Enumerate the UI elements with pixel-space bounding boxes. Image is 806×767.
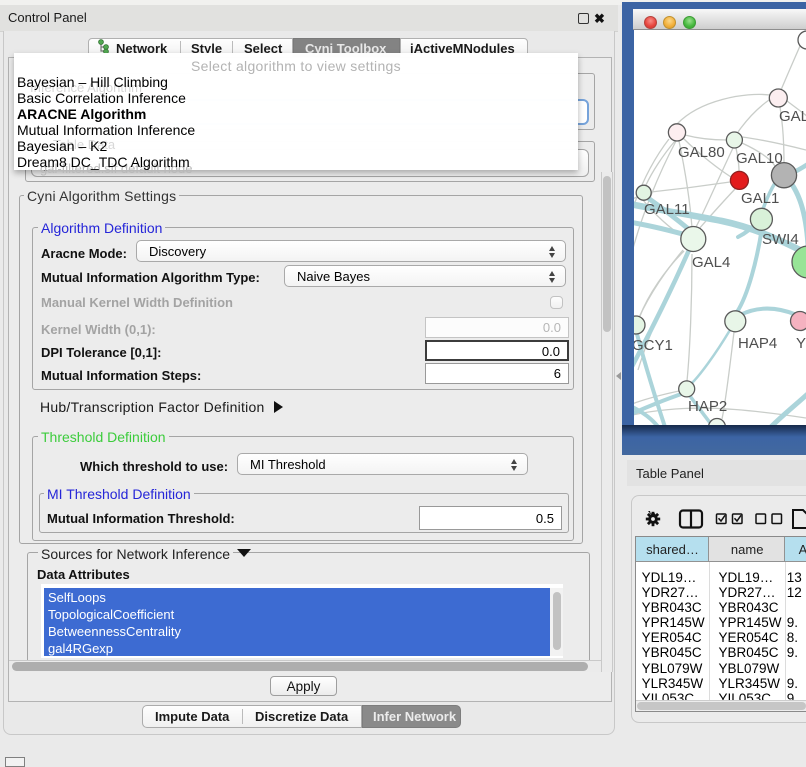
svg-text:GCY1: GCY1: [634, 337, 673, 354]
svg-text:GAL11: GAL11: [644, 201, 690, 218]
svg-text:GAL7: GAL7: [779, 108, 806, 125]
svg-text:HAP2: HAP2: [688, 398, 727, 415]
svg-text:Y: Y: [796, 335, 806, 352]
svg-text:GAL80: GAL80: [678, 144, 725, 161]
svg-text:HAP4: HAP4: [738, 335, 777, 352]
svg-text:GAL10: GAL10: [736, 150, 783, 167]
svg-text:GAL4: GAL4: [692, 254, 730, 271]
svg-text:GAL1: GAL1: [741, 190, 779, 207]
svg-text:SWI4: SWI4: [762, 231, 799, 248]
